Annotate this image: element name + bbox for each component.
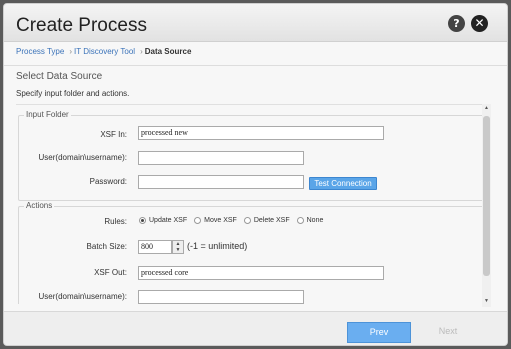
breadcrumb-separator: ›: [69, 47, 72, 56]
prev-button[interactable]: Prev: [347, 322, 411, 343]
rule-move-xsf[interactable]: Move XSF: [194, 217, 237, 224]
password-label: Password:: [89, 177, 127, 186]
breadcrumb-process-type[interactable]: Process Type: [16, 47, 64, 56]
xsf-out-label: XSF Out:: [94, 268, 127, 277]
radio-icon: [296, 217, 304, 224]
rule-none[interactable]: None: [296, 217, 324, 224]
content-scrollbar[interactable]: ▲ ▼: [482, 104, 491, 307]
user-label: User(domain\username):: [38, 153, 127, 162]
dialog-footer: Prev Next: [4, 311, 507, 345]
actions-fieldset: Actions Rules: Update XSF Move XSF Delet…: [18, 201, 488, 304]
dialog-titlebar: Create Process ? ✕: [4, 4, 507, 42]
rule-update-xsf[interactable]: Update XSF: [139, 217, 187, 224]
breadcrumb-separator: ›: [140, 47, 143, 56]
batch-size-stepper[interactable]: ▲ ▼: [172, 240, 184, 254]
scroll-down-icon[interactable]: ▼: [483, 298, 490, 305]
xsf-in-input[interactable]: processed new: [138, 126, 384, 140]
rule-label: None: [306, 217, 324, 224]
actions-user-input[interactable]: [138, 290, 304, 304]
close-icon[interactable]: ✕: [471, 15, 488, 32]
section-title: Select Data Source: [16, 71, 103, 82]
create-process-dialog: Create Process ? ✕ Process Type › IT Disco…: [3, 3, 508, 346]
header-divider: [4, 65, 507, 66]
breadcrumb-it-discovery-tool[interactable]: IT Discovery Tool: [74, 47, 135, 56]
help-icon[interactable]: ?: [448, 15, 465, 32]
actions-legend: Actions: [24, 201, 55, 210]
scrollbar-thumb[interactable]: [483, 116, 490, 276]
batch-size-label: Batch Size:: [86, 242, 127, 251]
actions-user-label: User(domain\username):: [38, 292, 127, 301]
rule-delete-xsf[interactable]: Delete XSF: [243, 217, 290, 224]
radio-selected-icon: [139, 217, 146, 224]
breadcrumb-data-source: Data Source: [144, 47, 192, 56]
dialog-title: Create Process: [16, 15, 147, 36]
xsf-out-input[interactable]: processed core: [138, 266, 384, 280]
rule-label: Move XSF: [204, 217, 237, 224]
input-folder-legend: Input Folder: [24, 110, 71, 119]
batch-size-input[interactable]: 800: [138, 240, 172, 254]
rules-label: Rules:: [104, 217, 127, 226]
breadcrumb: Process Type › IT Discovery Tool › Data Sour…: [16, 47, 193, 56]
stepper-down-icon[interactable]: ▼: [173, 247, 183, 253]
xsf-in-label: XSF In:: [100, 130, 127, 139]
next-button[interactable]: Next: [416, 322, 480, 343]
rule-label: Delete XSF: [253, 217, 290, 224]
test-connection-button[interactable]: Test Connection: [309, 177, 377, 190]
user-input[interactable]: [138, 151, 304, 165]
section-description: Specify input folder and actions.: [16, 89, 130, 98]
password-input[interactable]: [138, 175, 304, 189]
rule-label: Update XSF: [149, 217, 188, 224]
input-folder-fieldset: Input Folder XSF In: processed new User(…: [18, 110, 488, 201]
rules-radio-group: Update XSF Move XSF Delete XSF None: [139, 217, 323, 224]
batch-size-hint: (-1 = unlimited): [187, 241, 248, 251]
radio-icon: [194, 217, 202, 224]
radio-icon: [243, 217, 251, 224]
form-content: Input Folder XSF In: processed new User(…: [16, 104, 490, 304]
scroll-up-icon[interactable]: ▲: [483, 105, 490, 112]
